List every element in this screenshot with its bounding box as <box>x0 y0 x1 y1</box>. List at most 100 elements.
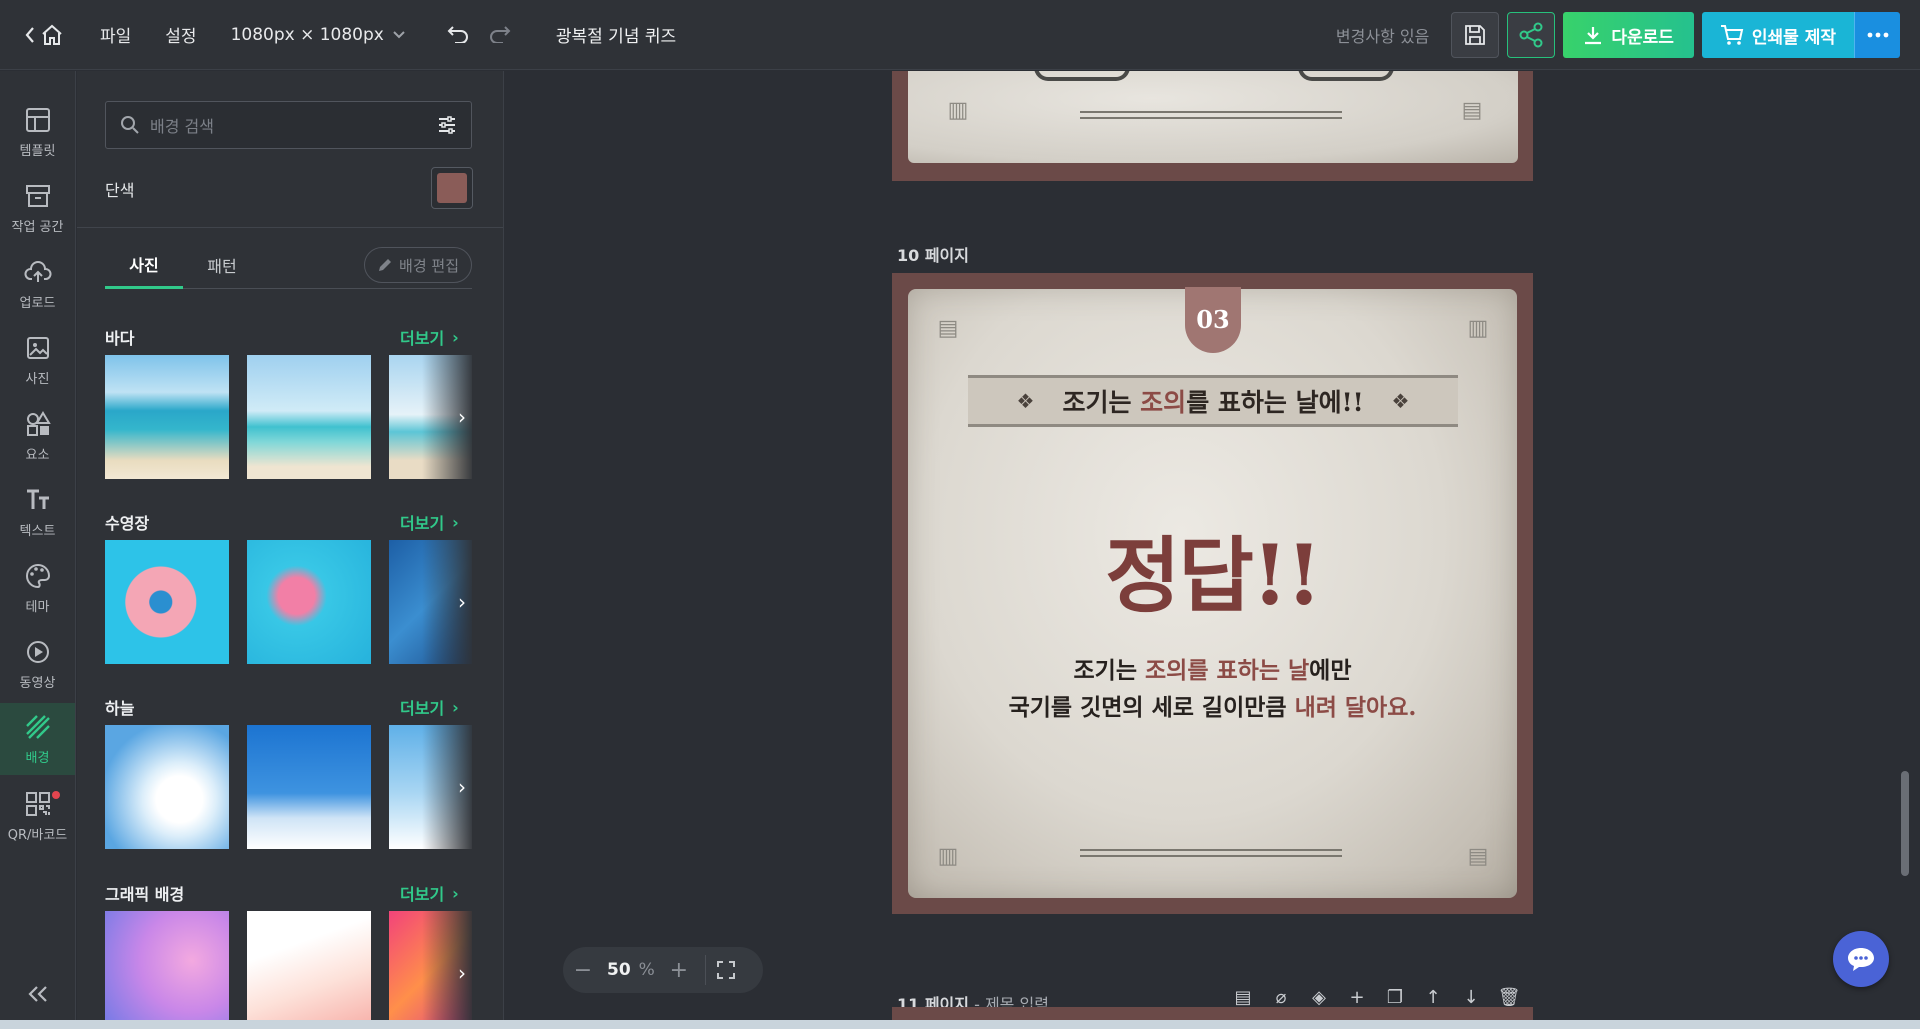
zoom-in-button[interactable]: + <box>659 958 699 983</box>
palette-icon <box>25 563 50 588</box>
paper-texture: ▥ ▤ <box>908 71 1518 163</box>
question-number-badge[interactable]: 03 <box>1185 287 1241 353</box>
ornament-icon: ▤ <box>1467 844 1489 869</box>
see-more-label: 더보기 <box>400 699 445 718</box>
background-panel: 배경 검색 단색 사진 패턴 배경 편집 바다 더보기 › › 수영장 더보기 › … <box>77 71 504 1029</box>
nav-item-elements[interactable]: 요소 <box>0 401 75 471</box>
fleur-icon: ❖ <box>1391 389 1410 413</box>
hide-icon[interactable]: ⌀ <box>1271 987 1291 1008</box>
nav-item-background[interactable]: 배경 <box>0 703 75 775</box>
page-label: 10 페이지 <box>897 246 969 265</box>
menu-file[interactable]: 파일 <box>100 22 131 47</box>
fullscreen-button[interactable] <box>716 960 736 980</box>
undo-button[interactable] <box>446 23 470 47</box>
duplicate-page-icon[interactable]: ❐ <box>1385 987 1405 1008</box>
zoom-value[interactable]: 50 <box>607 960 631 980</box>
category-title: 그래픽 배경 <box>105 885 185 904</box>
nav-item-template[interactable]: 템플릿 <box>0 97 75 167</box>
move-down-icon[interactable]: ↓ <box>1461 987 1481 1008</box>
decorative-frame <box>1034 71 1130 81</box>
nav-item-text[interactable]: 텍스트 <box>0 477 75 547</box>
chevron-right-icon: › <box>458 961 466 985</box>
explanation-text: 국기를 깃면의 세로 길이만큼 <box>1008 694 1295 721</box>
search-input[interactable]: 배경 검색 <box>150 113 437 137</box>
zoom-unit: % <box>638 960 655 980</box>
scroll-right-button[interactable]: › <box>422 911 472 1029</box>
nav-item-label: 배경 <box>25 750 50 766</box>
banner-text-part: 조기는 <box>1062 388 1141 417</box>
answer-explanation[interactable]: 조기는 조의를 표하는 날에만 국기를 깃면의 세로 길이만큼 내려 달아요. <box>908 652 1517 726</box>
sea-thumbnail[interactable] <box>105 355 229 479</box>
page-10[interactable]: ▤ ▥ 03 ❖ 조기는 조의를 표하는 날에!! ❖ 정답!! 조기는 조의를… <box>892 273 1533 914</box>
background-search-field[interactable]: 배경 검색 <box>105 101 472 149</box>
title-banner[interactable]: ❖ 조기는 조의를 표하는 날에!! ❖ <box>968 375 1458 427</box>
nav-item-label: 업로드 <box>19 295 56 311</box>
solid-color-swatch[interactable] <box>431 167 473 209</box>
sky-thumbnail[interactable] <box>105 725 229 849</box>
nav-item-qr-barcode[interactable]: QR/바코드 <box>0 781 75 851</box>
tab-pattern[interactable]: 패턴 <box>183 241 261 289</box>
see-more-link[interactable]: 더보기 › <box>400 325 459 349</box>
delete-page-icon[interactable]: 🗑 <box>1498 987 1521 1008</box>
background-edit-button[interactable]: 배경 편집 <box>364 247 472 283</box>
canvas-size-select[interactable]: 1080px × 1080px <box>231 25 406 45</box>
graphic-thumbnail[interactable] <box>105 911 229 1029</box>
share-button[interactable] <box>1507 12 1556 58</box>
nav-item-video[interactable]: 동영상 <box>0 629 75 699</box>
nav-item-label: 작업 공간 <box>11 219 64 235</box>
nav-item-theme[interactable]: 테마 <box>0 553 75 623</box>
redo-button[interactable] <box>488 23 512 47</box>
scroll-right-button[interactable]: › <box>422 540 472 664</box>
cart-icon <box>1720 25 1744 45</box>
home-button[interactable] <box>24 24 64 46</box>
fleur-icon: ❖ <box>1016 389 1035 413</box>
nav-item-photo[interactable]: 사진 <box>0 325 75 395</box>
sky-thumbnail[interactable] <box>247 725 371 849</box>
graphic-thumbnail[interactable] <box>247 911 371 1029</box>
canvas-scrollbar[interactable] <box>1901 771 1909 876</box>
document-title[interactable]: 광복절 기념 퀴즈 <box>556 22 676 47</box>
zoom-out-button[interactable]: − <box>563 958 603 983</box>
zoom-control: − 50 % + <box>563 947 763 993</box>
pool-thumbnail[interactable] <box>247 540 371 664</box>
template-icon <box>25 107 50 132</box>
video-icon <box>26 640 49 663</box>
nav-item-upload[interactable]: 업로드 <box>0 249 75 319</box>
chat-support-button[interactable] <box>1833 931 1889 987</box>
nav-item-label: 요소 <box>25 447 50 463</box>
save-button[interactable] <box>1451 12 1500 58</box>
chevron-down-icon <box>393 30 405 38</box>
answer-heading[interactable]: 정답!! <box>908 509 1517 628</box>
menu-settings[interactable]: 설정 <box>165 22 196 47</box>
see-more-link[interactable]: 더보기 › <box>400 881 459 905</box>
more-options-button[interactable] <box>1854 12 1900 58</box>
page-notes-icon[interactable]: ▤ <box>1233 987 1253 1008</box>
workspace-icon <box>25 184 50 207</box>
filter-sliders-icon[interactable] <box>437 115 457 135</box>
tab-photo[interactable]: 사진 <box>105 241 183 289</box>
chevron-right-icon: › <box>452 883 459 903</box>
add-page-icon[interactable]: + <box>1347 987 1367 1008</box>
collapse-panel-button[interactable] <box>0 981 75 1009</box>
see-more-link[interactable]: 더보기 › <box>400 510 459 534</box>
explanation-line: 조기는 조의를 표하는 날에만 <box>908 652 1517 689</box>
download-button[interactable]: 다운로드 <box>1563 12 1694 58</box>
share-icon <box>1519 22 1543 48</box>
page-9-preview[interactable]: ▥ ▤ <box>892 71 1533 181</box>
move-up-icon[interactable]: ↑ <box>1423 987 1443 1008</box>
scroll-right-button[interactable]: › <box>422 355 472 479</box>
pool-thumbnail[interactable] <box>105 540 229 664</box>
print-order-button[interactable]: 인쇄물 제작 <box>1701 12 1854 58</box>
background-icon <box>25 714 50 739</box>
chevron-right-icon: › <box>458 405 466 429</box>
ornament-icon: ▥ <box>937 844 959 869</box>
sea-thumbnail[interactable] <box>247 355 371 479</box>
nav-item-workspace[interactable]: 작업 공간 <box>0 173 75 243</box>
paint-bucket-icon[interactable]: ◈ <box>1309 987 1329 1008</box>
scroll-right-button[interactable]: › <box>422 725 472 849</box>
see-more-link[interactable]: 더보기 › <box>400 695 459 719</box>
editor-canvas[interactable]: ▥ ▤ 10 페이지 ▤ ▥ 03 ❖ 조기는 조의를 표하는 날에!! ❖ 정… <box>505 71 1920 1029</box>
solid-color-label: 단색 <box>105 181 135 200</box>
ornament-icon: ▥ <box>947 98 969 123</box>
chat-bubble-icon <box>1848 948 1874 971</box>
